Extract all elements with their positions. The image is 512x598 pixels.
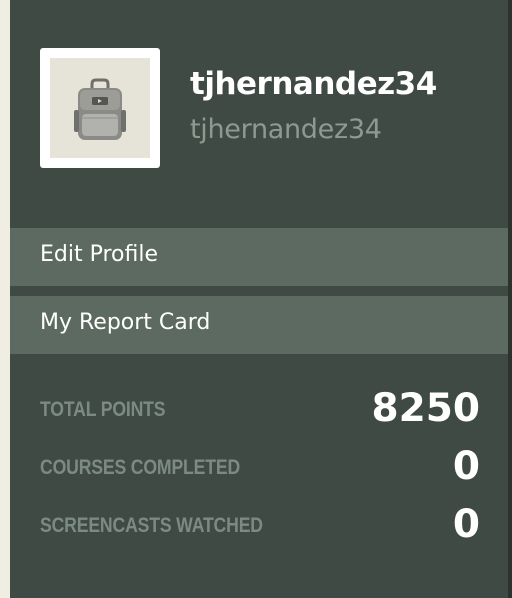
profile-sidebar: tjhernandez34 tjhernandez34 Edit Profile… xyxy=(10,0,508,598)
username: tjhernandez34 xyxy=(190,114,382,145)
stat-label: TOTAL POINTS xyxy=(40,398,166,421)
avatar-image xyxy=(50,58,150,158)
stat-label: COURSES COMPLETED xyxy=(40,456,241,479)
stat-value: 0 xyxy=(452,502,480,547)
my-report-card-link[interactable]: My Report Card xyxy=(10,296,508,354)
display-name: tjhernandez34 xyxy=(190,66,437,102)
stat-value: 0 xyxy=(452,444,480,489)
my-report-card-label: My Report Card xyxy=(40,310,211,335)
stat-value: 8250 xyxy=(371,386,480,431)
edit-profile-link[interactable]: Edit Profile xyxy=(10,228,508,286)
backpack-icon xyxy=(74,78,126,140)
stat-label: SCREENCASTS WATCHED xyxy=(40,514,263,537)
panel-edge xyxy=(508,0,512,598)
edit-profile-label: Edit Profile xyxy=(40,242,159,267)
avatar[interactable] xyxy=(40,48,160,168)
